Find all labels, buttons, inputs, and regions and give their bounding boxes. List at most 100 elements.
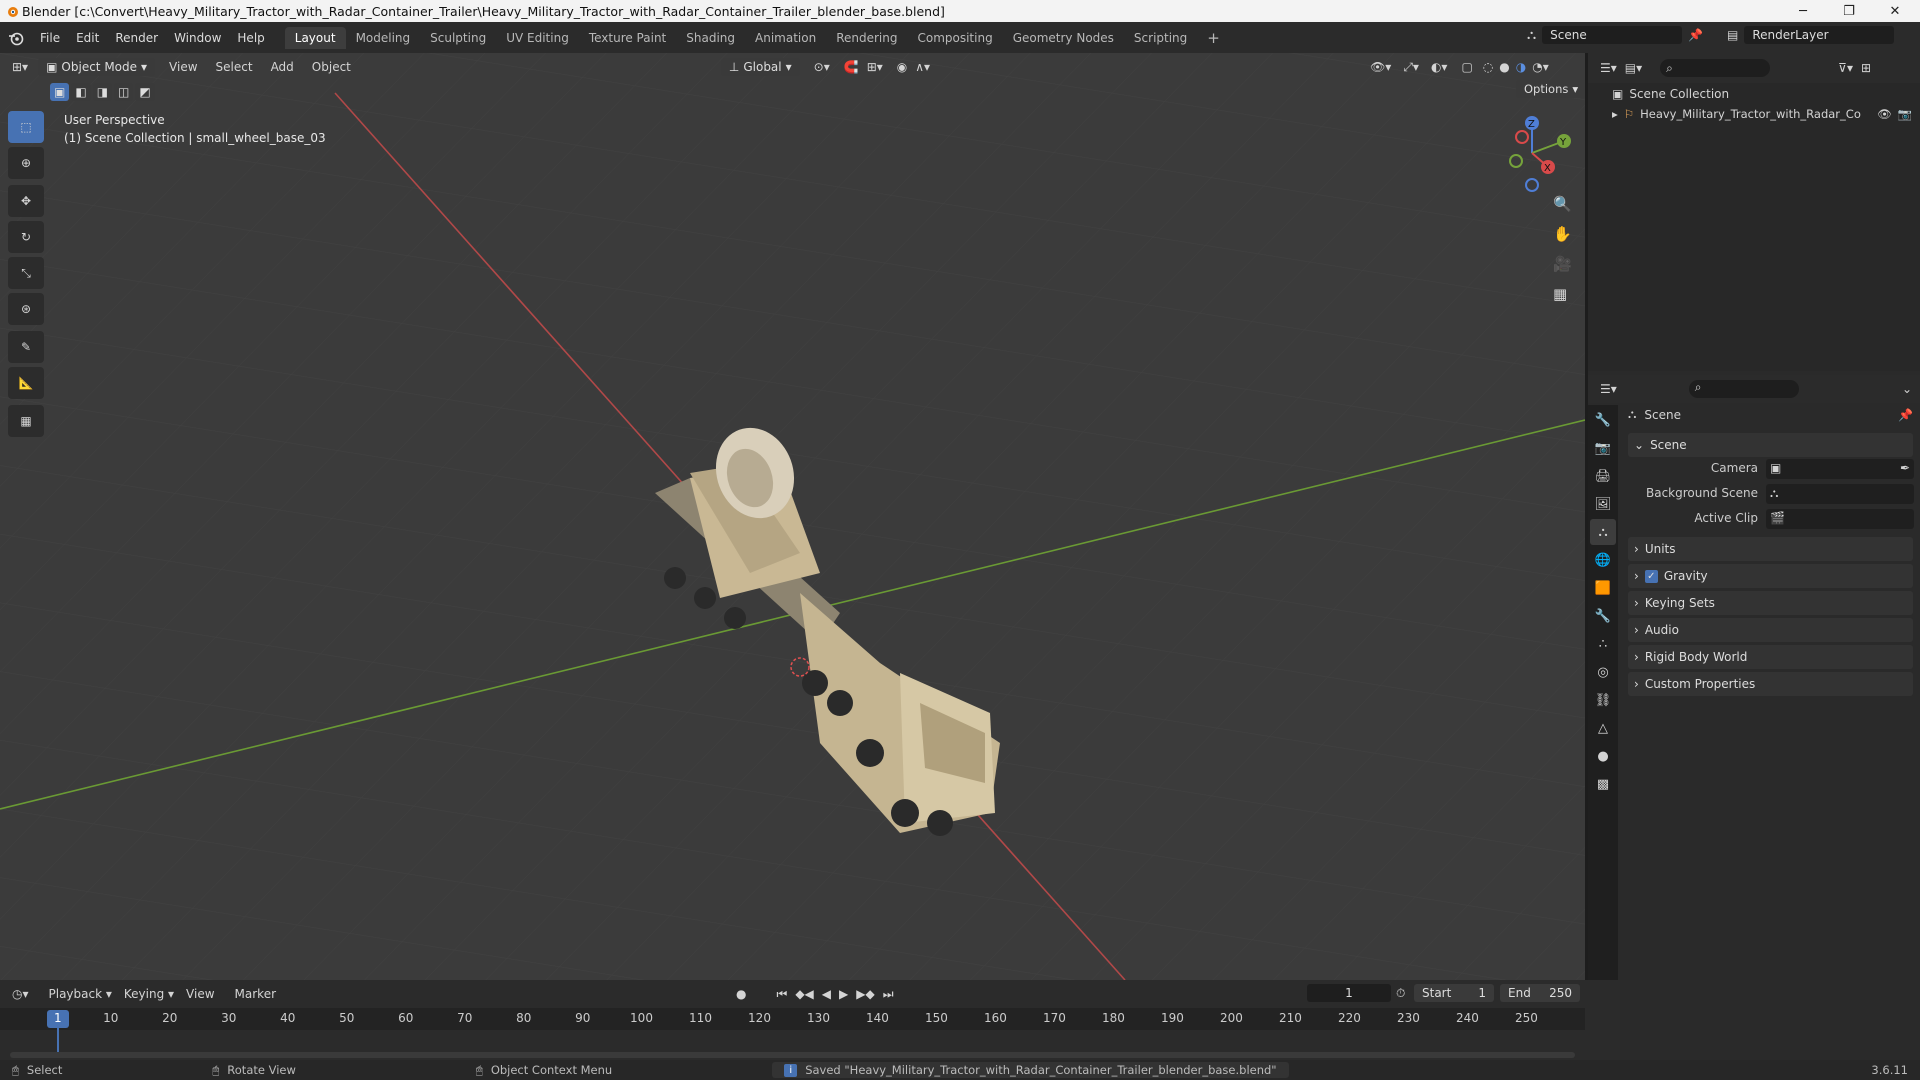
wireframe-shading-icon[interactable]: ◌: [1483, 60, 1493, 74]
rigid-body-world-panel[interactable]: › Rigid Body World: [1628, 645, 1913, 669]
3d-viewport[interactable]: ⊞▾ ▣ Object Mode ▾ View Select Add Object…: [0, 53, 1585, 980]
tab-geometry-nodes[interactable]: Geometry Nodes: [1003, 27, 1124, 49]
menu-help[interactable]: Help: [229, 31, 272, 45]
view-layer-tab-icon[interactable]: 🖼: [1590, 491, 1616, 517]
tab-compositing[interactable]: Compositing: [907, 27, 1002, 49]
gizmo-toggle-icon[interactable]: ⤢▾: [1403, 60, 1419, 75]
play-reverse-icon[interactable]: ◀: [822, 987, 831, 1001]
menu-keying[interactable]: Keying ▾: [124, 987, 174, 1001]
zoom-icon[interactable]: 🔍: [1553, 195, 1572, 213]
camera-render-icon[interactable]: 📷: [1898, 107, 1912, 121]
texture-tab-icon[interactable]: ▩: [1590, 771, 1616, 797]
solid-shading-icon[interactable]: ●: [1499, 60, 1509, 74]
pin-icon[interactable]: 📌: [1688, 28, 1703, 42]
scene-selector[interactable]: Scene: [1542, 26, 1683, 44]
gravity-panel[interactable]: › ✓ Gravity: [1628, 564, 1913, 588]
audio-panel[interactable]: › Audio: [1628, 618, 1913, 642]
outliner-item[interactable]: ▸ ⚐ Heavy_Military_Tractor_with_Radar_Co…: [1612, 107, 1912, 121]
physics-tab-icon[interactable]: ◎: [1590, 659, 1616, 685]
gravity-checkbox[interactable]: ✓: [1644, 569, 1658, 583]
xray-icon[interactable]: ▢: [1461, 60, 1472, 74]
prev-keyframe-icon[interactable]: ◆◀: [795, 987, 813, 1001]
measure-icon[interactable]: 📐: [8, 367, 44, 399]
ortho-grid-icon[interactable]: ▦: [1553, 285, 1572, 303]
camera-field[interactable]: ▣ ✒: [1766, 459, 1914, 479]
select-invert-icon[interactable]: ◫: [114, 83, 134, 101]
modifier-tab-icon[interactable]: 🔧: [1590, 603, 1616, 629]
custom-properties-panel[interactable]: › Custom Properties: [1628, 672, 1913, 696]
menu-playback[interactable]: Playback ▾: [49, 987, 112, 1001]
chevron-down-icon[interactable]: ⌄: [1902, 382, 1912, 396]
scale-icon[interactable]: ⤡: [8, 257, 44, 289]
eyedropper-icon[interactable]: ✒: [1900, 461, 1910, 475]
particles-tab-icon[interactable]: ∴: [1590, 631, 1616, 657]
properties-search-input[interactable]: ⌕: [1688, 380, 1799, 398]
render-tab-icon[interactable]: 📷: [1590, 435, 1616, 461]
minimize-icon[interactable]: ─: [1780, 0, 1826, 22]
tab-texture-paint[interactable]: Texture Paint: [579, 27, 676, 49]
editor-type-icon[interactable]: ⊞▾: [12, 60, 28, 74]
menu-add[interactable]: Add: [271, 60, 294, 74]
display-mode-icon[interactable]: ▤▾: [1625, 61, 1642, 75]
add-cube-icon[interactable]: ▦: [8, 405, 44, 437]
keying-sets-panel[interactable]: › Keying Sets: [1628, 591, 1913, 615]
pivot-icon[interactable]: ⊙▾: [814, 60, 830, 74]
rendered-shading-icon[interactable]: ◔▾: [1532, 60, 1549, 74]
menu-file[interactable]: File: [32, 31, 68, 45]
tab-uv-editing[interactable]: UV Editing: [496, 27, 579, 49]
mode-dropdown[interactable]: ▣ Object Mode ▾: [38, 58, 156, 76]
play-icon[interactable]: ▶: [839, 987, 848, 1001]
stopwatch-icon[interactable]: ⏱: [1396, 986, 1405, 1001]
menu-edit[interactable]: Edit: [68, 31, 107, 45]
menu-view[interactable]: View: [169, 60, 197, 74]
material-tab-icon[interactable]: ●: [1590, 743, 1616, 769]
tool-tab-icon[interactable]: 🔧: [1590, 407, 1616, 433]
object-tab-icon[interactable]: 🟧: [1590, 575, 1616, 601]
scene-tab-icon[interactable]: ⛬: [1590, 519, 1616, 545]
jump-start-icon[interactable]: ⏮: [777, 987, 788, 1002]
annotate-icon[interactable]: ✎: [8, 331, 44, 363]
cursor-icon[interactable]: ⊕: [8, 147, 44, 179]
pin-icon[interactable]: 📌: [1898, 408, 1913, 422]
tab-scripting[interactable]: Scripting: [1124, 27, 1197, 49]
current-frame-field[interactable]: 1: [1307, 984, 1391, 1002]
close-icon[interactable]: ✕: [1872, 0, 1918, 22]
timeline-editor-icon[interactable]: ◷▾: [12, 987, 29, 1001]
pan-hand-icon[interactable]: ✋: [1553, 225, 1572, 243]
proportional-edit-icon[interactable]: ◉: [897, 60, 907, 74]
select-subtract-icon[interactable]: ◨: [92, 83, 113, 101]
navigation-gizmo[interactable]: Z Y X: [1492, 113, 1572, 193]
rotate-icon[interactable]: ↻: [8, 221, 44, 253]
scene-panel-header[interactable]: ⌄ Scene: [1628, 433, 1913, 457]
start-frame-field[interactable]: Start 1: [1414, 984, 1494, 1002]
tab-sculpting[interactable]: Sculpting: [420, 27, 496, 49]
transform-icon[interactable]: ⊛: [8, 293, 44, 325]
end-frame-field[interactable]: End 250: [1500, 984, 1580, 1002]
snap-icon[interactable]: 🧲: [844, 60, 859, 74]
select-extend-icon[interactable]: ◧: [71, 83, 91, 101]
eye-icon[interactable]: 👁: [1877, 107, 1892, 121]
constraints-tab-icon[interactable]: ⛓: [1590, 687, 1616, 713]
select-intersect-icon[interactable]: ◩: [135, 83, 155, 101]
maximize-icon[interactable]: ❐: [1826, 0, 1872, 22]
move-icon[interactable]: ✥: [8, 185, 44, 217]
outliner-search-input[interactable]: ⌕: [1660, 59, 1771, 77]
falloff-icon[interactable]: ∧▾: [915, 60, 930, 74]
next-keyframe-icon[interactable]: ▶◆: [856, 987, 874, 1001]
scene-icon[interactable]: ⛬: [1527, 28, 1536, 43]
render-layer-selector[interactable]: RenderLayer: [1744, 26, 1895, 44]
outliner-editor-icon[interactable]: ☰▾: [1600, 61, 1617, 75]
record-icon[interactable]: ●: [736, 987, 746, 1001]
options-button[interactable]: Options ▾: [1516, 80, 1585, 98]
timeline-scrollbar[interactable]: [10, 1052, 1575, 1058]
menu-timeline-view[interactable]: View: [186, 987, 214, 1001]
menu-select[interactable]: Select: [216, 60, 253, 74]
new-collection-icon[interactable]: ⊞: [1861, 61, 1871, 75]
menu-object[interactable]: Object: [312, 60, 351, 74]
output-tab-icon[interactable]: 🖨: [1590, 463, 1616, 489]
menu-marker[interactable]: Marker: [235, 987, 276, 1001]
menu-window[interactable]: Window: [166, 31, 229, 45]
tab-modeling[interactable]: Modeling: [346, 27, 421, 49]
transform-orientation-dropdown[interactable]: ⊥ Global ▾: [720, 58, 800, 76]
units-panel[interactable]: › Units: [1628, 537, 1913, 561]
